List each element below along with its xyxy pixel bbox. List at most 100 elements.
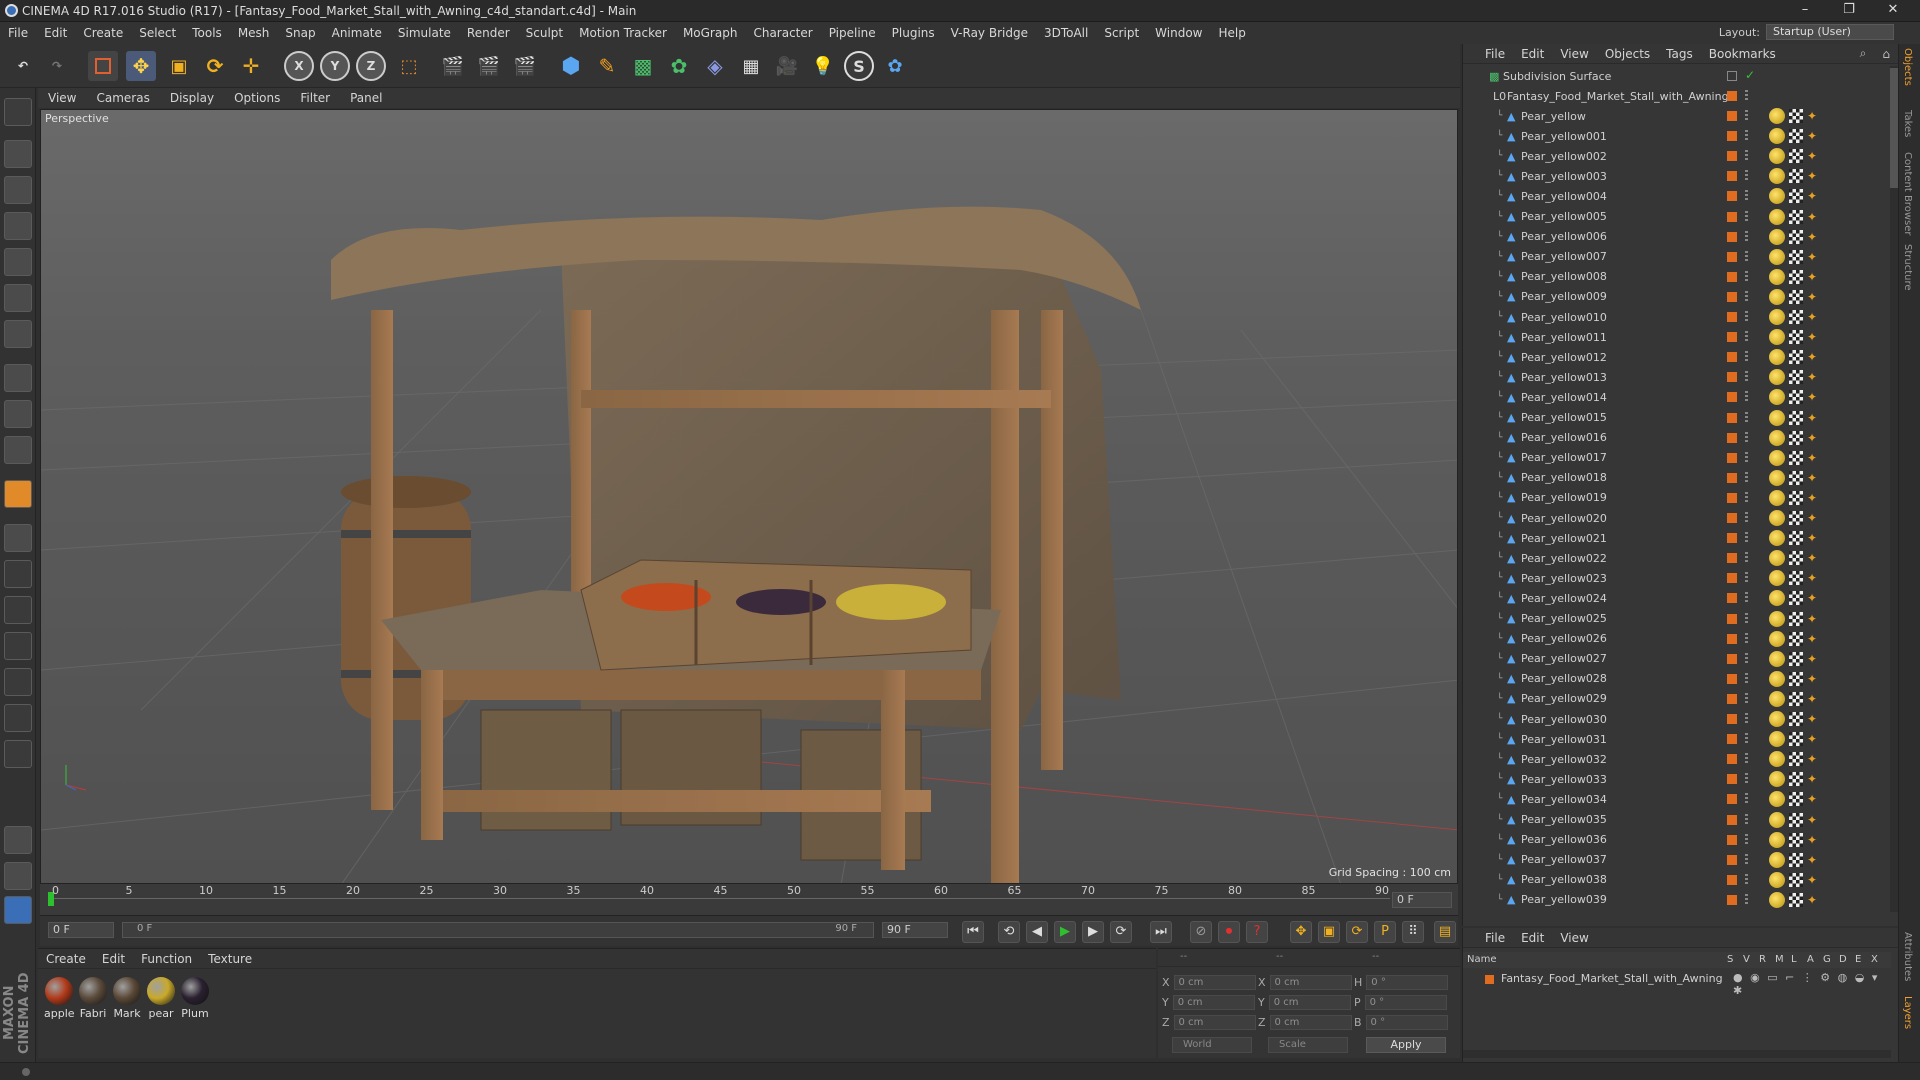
phong-tag-icon[interactable] (1769, 550, 1785, 567)
layer-color-icon[interactable] (1727, 332, 1737, 343)
phong-tag-icon[interactable] (1769, 751, 1785, 768)
object-row[interactable]: └ ▲ Pear_yellow019 ✦ (1463, 488, 1883, 508)
object-row[interactable]: └ ▲ Pear_yellow035 ✦ (1463, 810, 1883, 830)
layer-color-icon[interactable] (1727, 271, 1737, 282)
layer-color-icon[interactable] (1727, 452, 1737, 463)
uvw-tag-icon[interactable] (1789, 370, 1803, 385)
phong-tag-icon[interactable] (1769, 871, 1785, 888)
menu-simulate[interactable]: Simulate (390, 26, 459, 40)
cube-primitive-icon[interactable]: ⬢ (556, 51, 586, 81)
phong-tag-icon[interactable] (1769, 228, 1785, 245)
coord-field-col1[interactable]: Y0 cm (1162, 995, 1255, 1010)
material-menu-texture[interactable]: Texture (200, 952, 260, 966)
phong-tag-icon[interactable] (1769, 510, 1785, 526)
menu-mesh[interactable]: Mesh (230, 26, 278, 40)
solo-mode-icon[interactable] (4, 436, 32, 464)
uvw-tag-icon[interactable] (1789, 712, 1803, 726)
max-frame-field[interactable]: 90 F (882, 922, 948, 938)
texture-mode-icon[interactable] (4, 176, 32, 204)
texture-tag-icon[interactable]: ✦ (1807, 632, 1821, 646)
visibility-dots-icon[interactable] (1745, 532, 1748, 545)
texture-tag-icon[interactable]: ✦ (1807, 672, 1821, 686)
next-frame-icon[interactable]: ▶ (1082, 921, 1104, 943)
texture-tag-icon[interactable]: ✦ (1807, 571, 1821, 585)
layer-color-icon[interactable] (1727, 372, 1737, 383)
visibility-dots-icon[interactable] (1745, 331, 1748, 344)
uvw-tag-icon[interactable] (1789, 209, 1803, 224)
uvw-tag-icon[interactable] (1789, 872, 1803, 887)
phong-tag-icon[interactable] (1769, 610, 1785, 627)
phong-tag-icon[interactable] (1769, 771, 1785, 788)
texture-tag-icon[interactable]: ✦ (1807, 411, 1821, 425)
layers-menu-view[interactable]: View (1552, 931, 1596, 945)
object-row[interactable]: └ ▲ Pear_yellow039 ✦ (1463, 890, 1883, 910)
visibility-dots-icon[interactable] (1745, 873, 1748, 886)
pen-spline-icon[interactable]: ✎ (592, 51, 622, 81)
texture-tag-icon[interactable]: ✦ (1807, 451, 1821, 465)
uvw-tag-icon[interactable] (1789, 531, 1803, 546)
workplane-mode-icon[interactable] (4, 212, 32, 240)
visibility-dots-icon[interactable] (1745, 692, 1748, 705)
uvw-tag-icon[interactable] (1789, 470, 1803, 485)
coord-value-input[interactable]: 0 cm (1269, 1015, 1352, 1030)
layer-color-icon[interactable] (1727, 432, 1737, 443)
rotate-icon[interactable]: ⟳ (200, 51, 230, 81)
menu-3dtoall[interactable]: 3DToAll (1036, 26, 1096, 40)
phong-tag-icon[interactable] (1769, 409, 1785, 426)
texture-tag-icon[interactable]: ✦ (1807, 612, 1821, 626)
uvw-tag-icon[interactable] (1789, 732, 1803, 747)
floor-scene-icon[interactable]: ▦ (736, 51, 766, 81)
key-position-icon[interactable]: ✥ (1290, 921, 1312, 943)
texture-tag-icon[interactable]: ✦ (1807, 712, 1821, 726)
visibility-dots-icon[interactable] (1745, 110, 1748, 122)
texture-tag-icon[interactable]: ✦ (1807, 210, 1821, 224)
layer-color-icon[interactable] (1727, 392, 1737, 403)
previous-key-icon[interactable]: ⟲ (998, 921, 1020, 943)
perspective-viewport[interactable]: Perspective Grid Spacing : 100 cm (40, 109, 1458, 884)
texture-tag-icon[interactable]: ✦ (1807, 149, 1821, 163)
material-swatch[interactable]: Fabri (78, 977, 108, 1020)
uvw-tag-icon[interactable] (1789, 511, 1803, 525)
tab-attributes[interactable]: Attributes (1902, 932, 1913, 981)
phong-tag-icon[interactable] (1769, 268, 1785, 285)
brush-tool-icon[interactable] (4, 560, 32, 588)
uvw-tag-icon[interactable] (1789, 249, 1803, 264)
object-row[interactable]: └ ▲ Pear_yellow031 ✦ (1463, 729, 1883, 749)
coord-value-input[interactable]: 0 ° (1364, 995, 1447, 1010)
phong-tag-icon[interactable] (1769, 329, 1785, 346)
uvw-tag-icon[interactable] (1789, 269, 1803, 284)
previous-frame-icon[interactable]: ◀ (1026, 921, 1048, 943)
menu-motion-tracker[interactable]: Motion Tracker (571, 26, 675, 40)
menu-character[interactable]: Character (745, 26, 820, 40)
phong-tag-icon[interactable] (1769, 108, 1785, 124)
phong-tag-icon[interactable] (1769, 369, 1785, 386)
menu-help[interactable]: Help (1210, 26, 1253, 40)
texture-tag-icon[interactable]: ✦ (1807, 893, 1821, 907)
viewport-menu-options[interactable]: Options (224, 91, 290, 105)
phong-tag-icon[interactable] (1769, 711, 1785, 727)
array-generator-icon[interactable]: ✿ (664, 51, 694, 81)
magnet-tool-icon[interactable] (4, 668, 32, 696)
layer-color-icon[interactable] (1727, 191, 1737, 202)
tab-takes[interactable]: Takes (1902, 110, 1913, 137)
smooth-tool-icon[interactable] (4, 704, 32, 732)
texture-tag-icon[interactable]: ✦ (1807, 370, 1821, 384)
render-picture-viewer-icon[interactable]: 🎬 (474, 51, 504, 81)
texture-tag-icon[interactable]: ✦ (1807, 833, 1821, 847)
camera-icon[interactable]: 🎥 (772, 51, 802, 81)
visibility-dots-icon[interactable] (1745, 270, 1748, 283)
texture-tag-icon[interactable]: ✦ (1807, 431, 1821, 445)
texture-tag-icon[interactable]: ✦ (1807, 250, 1821, 264)
object-row[interactable]: └ ▲ Pear_yellow025 ✦ (1463, 609, 1883, 629)
coord-field-col2[interactable]: Z0 cm (1258, 1015, 1352, 1030)
objects-menu-objects[interactable]: Objects (1597, 47, 1658, 61)
subdivision-generator-icon[interactable]: ▩ (628, 51, 658, 81)
phong-tag-icon[interactable] (1769, 248, 1785, 265)
layer-color-icon[interactable] (1727, 754, 1737, 765)
object-row[interactable]: └ ▲ Pear_yellow003 ✦ (1463, 166, 1883, 186)
timeline-window-icon[interactable]: ▤ (1434, 921, 1456, 943)
visibility-dots-icon[interactable] (1745, 753, 1748, 766)
enabled-check-icon[interactable]: ✓ (1745, 68, 1755, 82)
uvw-tag-icon[interactable] (1789, 490, 1803, 505)
points-mode-icon[interactable] (4, 248, 32, 276)
